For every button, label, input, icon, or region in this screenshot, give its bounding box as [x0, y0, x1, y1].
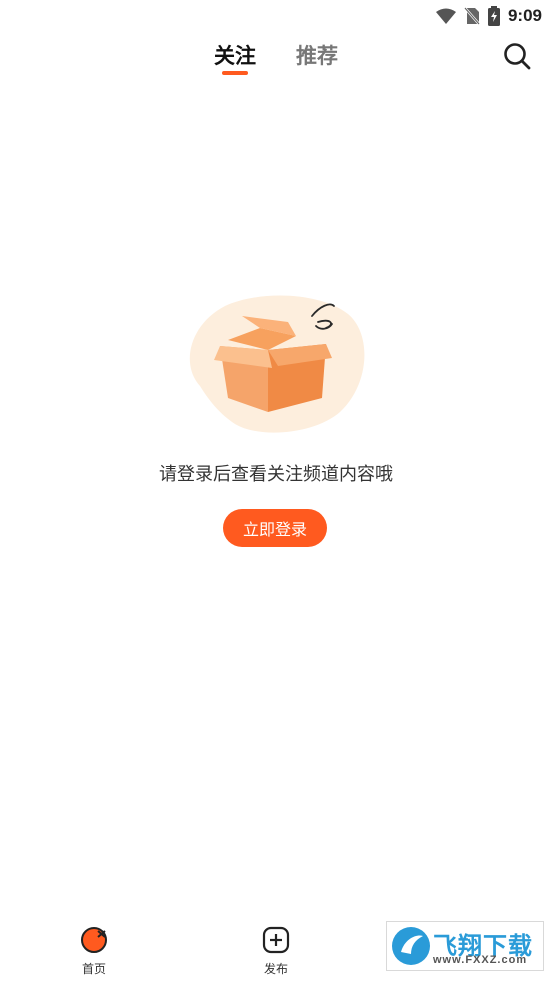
wifi-icon [435, 8, 456, 24]
search-button[interactable] [500, 39, 534, 73]
search-icon [504, 43, 531, 70]
no-sim-icon [464, 7, 480, 25]
nav-publish-label: 发布 [263, 962, 288, 976]
tab-active-indicator [222, 71, 248, 75]
empty-box-illustration [180, 294, 370, 438]
watermark-logo [392, 927, 430, 965]
login-button[interactable]: 立即登录 [223, 509, 327, 547]
nav-publish[interactable]: 发布 [246, 926, 306, 977]
top-tab-bar: 关注 推荐 [0, 34, 552, 82]
battery-charging-icon [487, 6, 500, 26]
tab-recommended[interactable]: 推荐 [296, 40, 338, 70]
status-bar: 9:09 [0, 0, 552, 32]
empty-state-message: 请登录后查看关注频道内容哦 [159, 464, 393, 485]
home-logo-icon [81, 927, 107, 953]
nav-home-label: 首页 [81, 962, 106, 976]
watermark: 飞翔下载 www.FXXZ.com [386, 921, 544, 971]
tab-following[interactable]: 关注 [214, 40, 256, 70]
status-time: 9:09 [507, 6, 542, 25]
watermark-url: www.FXXZ.com [433, 954, 528, 966]
nav-home[interactable]: 首页 [64, 926, 124, 977]
empty-box-icon [189, 295, 365, 433]
plus-square-icon [262, 926, 290, 954]
